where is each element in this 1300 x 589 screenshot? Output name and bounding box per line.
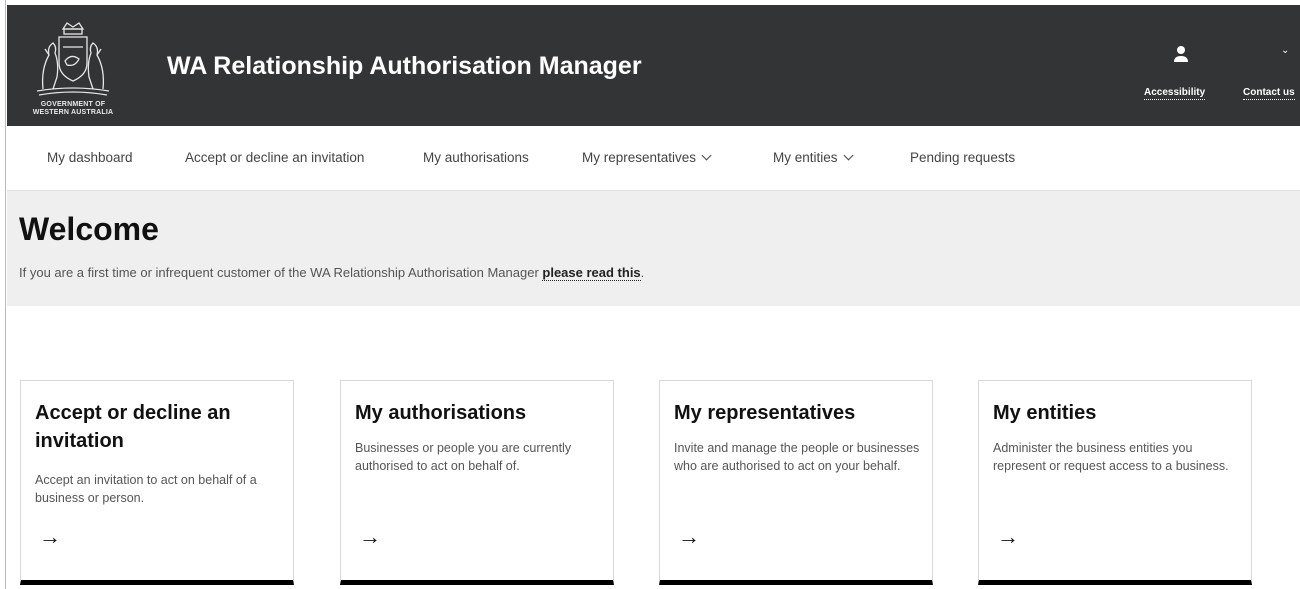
arrow-right-icon[interactable]: →	[359, 526, 381, 548]
nav-label: My entities	[773, 150, 838, 165]
nav-label: My authorisations	[423, 150, 529, 165]
card-title: My representatives	[674, 402, 856, 424]
window-frame-left	[0, 0, 6, 589]
site-header: GOVERNMENT OF WESTERN AUSTRALIA WA Relat…	[7, 5, 1300, 126]
card-description: Businesses or people you are currently a…	[355, 441, 572, 473]
nav-item-accept-decline[interactable]: Accept or decline an invitation	[185, 150, 364, 165]
page-title: Welcome	[19, 211, 159, 247]
nav-item-my-authorisations[interactable]: My authorisations	[423, 150, 529, 165]
welcome-text: If you are a first time or infrequent cu…	[19, 265, 543, 280]
card-accept-decline-invitation[interactable]: Accept or decline an invitation Accept a…	[20, 380, 294, 585]
arrow-right-icon[interactable]: →	[678, 526, 700, 548]
card-title: Accept or decline an invitation	[35, 402, 231, 452]
arrow-right-icon[interactable]: →	[39, 526, 61, 548]
window-frame-top	[0, 0, 1300, 5]
card-my-authorisations[interactable]: My authorisations Businesses or people y…	[340, 380, 614, 585]
card-title: My authorisations	[355, 402, 527, 424]
nav-label: Pending requests	[910, 150, 1016, 165]
card-my-entities[interactable]: My entities Administer the business enti…	[978, 380, 1252, 585]
card-description: Administer the business entities you rep…	[993, 441, 1229, 473]
arrow-right-icon[interactable]: →	[997, 526, 1019, 548]
welcome-trailing: .	[640, 265, 645, 280]
card-title: My entities	[993, 402, 1097, 424]
nav-item-my-dashboard[interactable]: My dashboard	[47, 150, 133, 165]
nav-item-my-entities[interactable]: My entities	[773, 150, 853, 165]
card-description: Accept an invitation to act on behalf of…	[35, 473, 257, 505]
coat-of-arms-icon	[36, 22, 110, 96]
nav-label: My representatives	[582, 150, 697, 165]
welcome-banner: Welcome If you are a first time or infre…	[7, 191, 1300, 306]
logo-caption-line-1: GOVERNMENT OF	[40, 101, 106, 108]
chevron-down-icon	[701, 150, 712, 161]
please-read-this-link[interactable]: please read this	[542, 265, 641, 281]
contact-us-link[interactable]: Contact us	[1243, 87, 1295, 100]
card-description: Invite and manage the people or business…	[674, 441, 920, 473]
user-icon[interactable]	[1173, 45, 1189, 63]
main-nav: My dashboard Accept or decline an invita…	[7, 126, 1300, 191]
government-logo[interactable]: GOVERNMENT OF WESTERN AUSTRALIA	[27, 19, 119, 119]
nav-item-pending-requests[interactable]: Pending requests	[910, 150, 1015, 165]
user-menu-chevron-icon[interactable]: ⌄	[1281, 45, 1289, 56]
chevron-down-icon	[843, 150, 853, 161]
accessibility-link[interactable]: Accessibility	[1144, 87, 1206, 100]
app-title: WA Relationship Authorisation Manager	[167, 52, 642, 80]
welcome-message: If you are a first time or infrequent cu…	[19, 265, 645, 281]
nav-label: Accept or decline an invitation	[185, 150, 365, 165]
card-my-representatives[interactable]: My representatives Invite and manage the…	[659, 380, 933, 585]
nav-label: My dashboard	[47, 150, 133, 165]
logo-caption-line-2: WESTERN AUSTRALIA	[32, 109, 114, 116]
nav-item-my-representatives[interactable]: My representatives	[582, 150, 712, 165]
